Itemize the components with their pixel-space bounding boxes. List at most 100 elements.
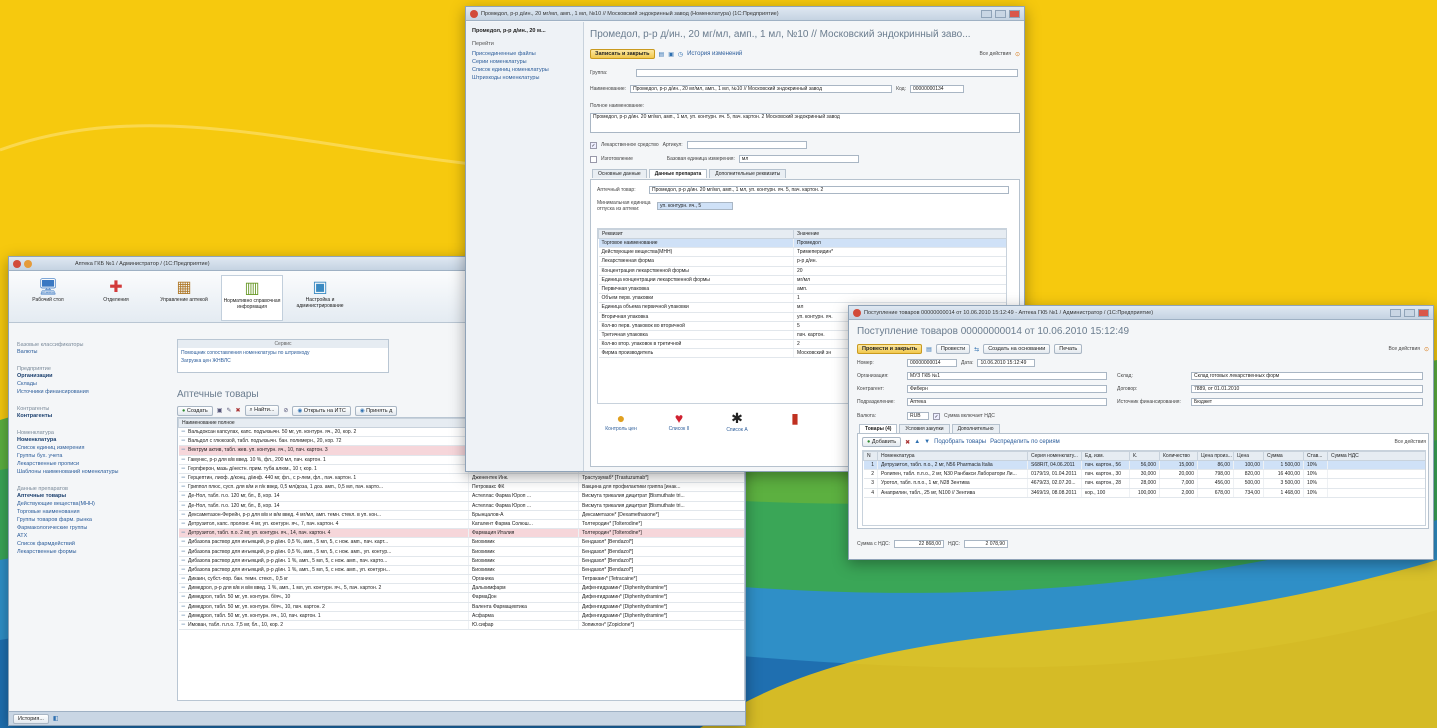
warehouse-field[interactable]: Склад готовых лекарственных форм [1191, 372, 1423, 380]
maximize-button[interactable] [995, 9, 1006, 18]
fin-source-field[interactable]: Бюджет [1191, 398, 1423, 406]
props-row[interactable]: Торговое наименование Промедол [598, 238, 1006, 249]
table-row[interactable]: ═ Детрузитол, табл. п.о. 2 мг, уп. контур… [178, 528, 744, 539]
sidebar-item[interactable]: Список единиц измерения [17, 444, 161, 452]
contract-field[interactable]: 7889, от 01.01.2010 [1191, 385, 1423, 393]
tab-1[interactable]: Условия закупки [899, 424, 950, 433]
save-close-button[interactable]: Записать и закрыть [590, 49, 655, 59]
delete-icon[interactable]: ✖ [905, 439, 910, 446]
table-row[interactable]: 3 Уротол, табл. п.п.о., 1 мг, N28 Зентива… [863, 478, 1425, 489]
table-row[interactable]: ═ Де-Нол, табл. п.о. 120 мг, бл., 8, кор.… [178, 491, 744, 502]
tab-2[interactable]: Дополнительные реквизиты [709, 169, 787, 178]
table-row[interactable]: ═ Де-Нол, табл. п.о. 120 мг, бл., 8, кор.… [178, 501, 744, 511]
tab-2[interactable]: Дополнительно [951, 424, 1000, 433]
control-bottle[interactable]: ▮ [773, 410, 817, 433]
table-row[interactable]: ═ Димедрол, табл. 50 мг, уп. контурн. б/я… [178, 592, 744, 603]
props-row[interactable]: Концентрация лекарственной формы 20 [598, 266, 1006, 276]
column-header[interactable]: Сумма [1263, 451, 1304, 461]
table-row[interactable]: 1 Детрузитол, табл. п.о., 2 мг, N56 Pharm… [863, 460, 1425, 471]
sidebar-item[interactable]: Контрагенты [17, 412, 161, 420]
distribute-series-link[interactable]: Распределить по сериям [990, 439, 1060, 445]
minimize-button[interactable] [1390, 308, 1401, 317]
sidebar-item[interactable]: Лекарственные прописи [17, 460, 161, 468]
dept-field[interactable]: Аптека [907, 398, 1107, 406]
move-down-icon[interactable]: ▼ [924, 439, 930, 445]
sidebar-item[interactable]: Действующие вещества(МНН) [17, 500, 161, 508]
form-sidebar-link[interactable]: Серии номенклатуры [472, 58, 577, 66]
table-row[interactable]: ═ Детрузитол, капс. пролонг. 4 мг, уп. ко… [178, 519, 744, 530]
tab-1[interactable]: Данные препарата [648, 169, 708, 178]
table-row[interactable]: ═ Гриппол плюс, сусп. для в/м и п/к введ.… [178, 482, 744, 493]
section-medical-cross[interactable]: ✚ Отделения [85, 275, 147, 321]
table-row[interactable]: ═ Дибазола раствор для инъекций, р-р д/ин… [178, 537, 744, 548]
table-row[interactable]: 2 Ролипен, табл. п.п.о., 2 мг, N30 Ранбак… [863, 469, 1425, 480]
pick-goods-link[interactable]: Подобрать товары [934, 439, 986, 445]
props-row[interactable]: Единица концентрации лекарственной формы… [598, 275, 1006, 285]
control-heart[interactable]: ♥ Список II [657, 410, 701, 433]
cancel-search-icon[interactable]: ⊘ [283, 407, 288, 414]
close-button[interactable] [1418, 308, 1429, 317]
help-icon[interactable]: ⊙ [1015, 51, 1020, 58]
drug-checkbox[interactable]: ✓ [590, 141, 597, 149]
create-button[interactable]: ● Создать [177, 405, 213, 416]
column-header[interactable]: Серия номенклату... [1027, 451, 1082, 461]
currency-field[interactable]: RUB [907, 412, 929, 420]
edit-icon[interactable]: ✎ [226, 407, 231, 414]
all-actions-menu[interactable]: Все действия [1389, 346, 1420, 352]
save-icon[interactable]: ▤ [659, 51, 665, 58]
table-row[interactable]: ═ Дексаметазон-Ферейн, р-р для в/в и в/м … [178, 510, 744, 520]
close-button[interactable] [1009, 9, 1020, 18]
name-field[interactable]: Промедол, р-р д/ин., 20 мг/мл, амп., 1 м… [630, 85, 893, 93]
post-close-button[interactable]: Провести и закрыть [857, 344, 923, 354]
column-header[interactable]: Наименование полное [178, 418, 469, 428]
add-button[interactable]: ● Добавить [862, 437, 902, 447]
sidebar-item[interactable]: Номенклатура [17, 436, 161, 444]
props-column-header[interactable]: Реквизит [598, 229, 794, 239]
sidebar-item[interactable]: Группы бух. учета [17, 452, 161, 460]
sidebar-item[interactable]: Список фармдействий [17, 540, 161, 548]
open-its-button[interactable]: ◉ Открыть на ИТС [292, 405, 351, 416]
full-name-field[interactable]: Промедол, р-р д/ин. 20 мг/мл, амп., 1 мл… [590, 113, 1020, 133]
props-row[interactable]: Первичная упаковка амп. [598, 284, 1006, 295]
help-icon[interactable]: ⊙ [1424, 346, 1429, 353]
sidebar-item[interactable]: АТХ [17, 532, 161, 540]
column-header[interactable]: К. [1129, 451, 1160, 461]
save-icon[interactable]: ▤ [926, 346, 932, 353]
column-header[interactable]: Цена [1233, 451, 1264, 461]
table-row[interactable]: ═ Имован, табл. п.п.о. 7,5 мг, бл., 10, к… [178, 620, 744, 631]
section-boxes[interactable]: ▦ Управление аптекой [153, 275, 215, 321]
min-unit-field[interactable]: уп. контурн. яч., 5 [657, 202, 733, 210]
section-desktop[interactable]: 🖥 Рабочий стол [17, 275, 79, 321]
column-header[interactable]: Номенклатура [877, 451, 1028, 461]
sidebar-item[interactable]: Склады [17, 380, 161, 388]
vat-included-checkbox[interactable]: ✓ [933, 412, 940, 420]
section-books[interactable]: ▥ Нормативно справочная информация [221, 275, 283, 321]
sidebar-item[interactable]: Организации [17, 372, 161, 380]
move-icon[interactable]: ⇆ [974, 346, 979, 353]
table-row[interactable]: ═ Дибазола раствор для инъекций, р-р д/ин… [178, 556, 744, 566]
column-header[interactable]: Цена произ... [1197, 451, 1234, 461]
pharm-item-field[interactable]: Промедол, р-р д/ин. 20 мг/мл, амп., 1 мл… [649, 186, 1009, 194]
control-pill[interactable]: ● Контроль цен [599, 410, 643, 433]
column-header[interactable]: Количество [1159, 451, 1198, 461]
table-row[interactable]: ═ Димедрол, табл. 50 мг, уп. контурн. яч.… [178, 611, 744, 621]
code-field[interactable]: 00000000134 [909, 85, 964, 93]
sidebar-item[interactable]: Группы товаров фарм. рынка [17, 516, 161, 524]
sidebar-item[interactable]: Шаблоны наименований номенклатуры [17, 468, 161, 476]
control-bug[interactable]: ✱ Список А [715, 410, 759, 433]
copy-icon[interactable]: ▣ [217, 407, 223, 414]
minimize-button[interactable] [981, 9, 992, 18]
number-field[interactable]: 00000000014 [907, 359, 957, 367]
history-link[interactable]: История изменений [687, 51, 742, 57]
table-row[interactable]: ═ Дикаин, субст.-пор. бан. темн. стекл., … [178, 574, 744, 585]
table-row[interactable]: ═ Димедрол, р-р для в/в и в/м введ. 1 %, … [178, 583, 744, 594]
column-header[interactable]: Сумма НДС [1327, 451, 1425, 461]
maximize-button[interactable] [1404, 308, 1415, 317]
history-icon[interactable]: ◷ [678, 51, 683, 58]
move-up-icon[interactable]: ▲ [914, 439, 920, 445]
post-button[interactable]: Провести [935, 344, 971, 354]
history-button[interactable]: История... [13, 713, 49, 724]
sidebar-item[interactable]: Лекарственные формы [17, 548, 161, 556]
contractor-field[interactable]: Фиберн [907, 385, 1107, 393]
table-row[interactable]: ═ Димедрол, табл. 50 мг, уп. контурн. б/я… [178, 602, 744, 612]
